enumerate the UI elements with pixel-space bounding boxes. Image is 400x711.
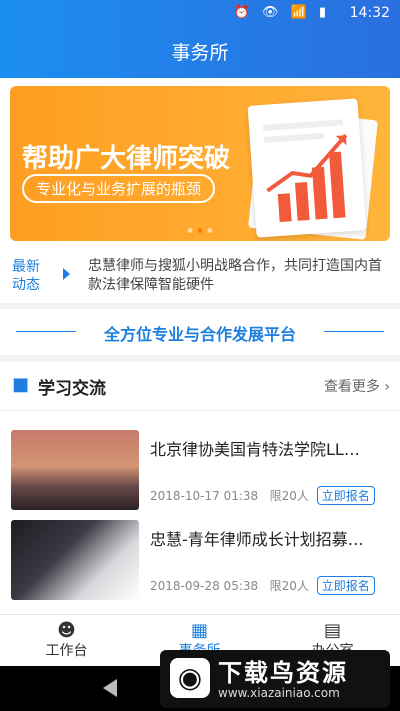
item-meta: 2018-10-17 01:38 限20人 立即报名 [150, 486, 375, 505]
carousel-dot[interactable] [207, 228, 213, 233]
platform-text: 全方位专业与合作发展平台 [103, 325, 296, 344]
building-icon: ▦ [190, 620, 208, 641]
banner-subtitle: 专业化与业务扩展的瓶颈 [22, 174, 216, 203]
item-title: 北京律协美国肯特法学院LL… [150, 440, 360, 459]
item-title: 忠慧-青年律师成长计划招募… [150, 530, 364, 549]
growth-chart-icon [262, 119, 348, 223]
news-text[interactable]: 忠慧律师与搜狐小明战略合作，共同打造国内首款法律保障智能硬件 [88, 257, 386, 295]
watermark-brand: 下载鸟资源 [218, 659, 348, 687]
item-limit: 限20人 [269, 579, 309, 593]
study-section: ■ 学习交流 查看更多 › 北京律协美国肯特法学院LL… 2018-10-17 … [0, 362, 400, 614]
carousel-dot-active[interactable] [197, 228, 203, 233]
play-arrow-icon [63, 268, 70, 280]
item-date: 2018-09-28 05:38 [150, 579, 259, 593]
study-title: 学习交流 [38, 379, 106, 399]
news-tag: 最新 动态 [12, 258, 46, 294]
news-tag-line2: 动态 [12, 277, 40, 293]
platform-slogan: 全方位专业与合作发展平台 [0, 309, 400, 355]
item-limit: 限20人 [269, 489, 309, 503]
item-date: 2018-10-17 01:38 [150, 489, 259, 503]
news-tag-line1: 最新 [12, 259, 40, 275]
view-more-label: 查看更多 [323, 379, 380, 395]
status-time: 14:32 [349, 5, 390, 21]
carousel-dots[interactable] [187, 228, 213, 233]
bridge-sunset-thumbnail [11, 430, 139, 510]
chevron-right-icon: › [384, 379, 390, 395]
reading-icon: ■ [12, 374, 30, 395]
user-icon: ☻ [57, 620, 76, 641]
office-icon: ▤ [323, 620, 341, 641]
banner-headline: 帮助广大律师突破 [22, 144, 231, 174]
tab-label: 工作台 [45, 643, 88, 659]
banner-section: 帮助广大律师突破 专业化与业务扩展的瓶颈 [0, 78, 400, 248]
register-button[interactable]: 立即报名 [316, 576, 375, 595]
view-more-link[interactable]: 查看更多 › [324, 376, 390, 396]
carousel-dot[interactable] [187, 228, 193, 233]
watermark: ◉ 下载鸟资源 www.xiazainiao.com [160, 650, 390, 708]
document-illustration [247, 98, 367, 238]
handshake-thumbnail [11, 520, 139, 600]
status-icons: ⏰ 👁 📶 ▮ [233, 5, 330, 20]
status-bar: ⏰ 👁 📶 ▮ 14:32 [0, 0, 400, 28]
promo-banner[interactable]: 帮助广大律师突破 专业化与业务扩展的瓶颈 [10, 86, 390, 241]
watermark-url: www.xiazainiao.com [218, 686, 340, 700]
watermark-logo-icon: ◉ [170, 658, 210, 698]
study-header: ■ 学习交流 查看更多 › [0, 362, 400, 411]
item-meta: 2018-09-28 05:38 限20人 立即报名 [150, 576, 375, 595]
page-title: 事务所 [0, 28, 400, 78]
register-button[interactable]: 立即报名 [316, 486, 375, 505]
tab-workbench[interactable]: ☻ 工作台 [0, 615, 133, 667]
back-icon[interactable] [103, 679, 117, 697]
list-item[interactable]: 北京律协美国肯特法学院LL… 2018-10-17 01:38 限20人 立即报… [0, 430, 400, 512]
news-ticker[interactable]: 最新 动态 忠慧律师与搜狐小明战略合作，共同打造国内首款法律保障智能硬件 [0, 248, 400, 303]
list-item[interactable]: 忠慧-青年律师成长计划招募… 2018-09-28 05:38 限20人 立即报… [0, 520, 400, 602]
